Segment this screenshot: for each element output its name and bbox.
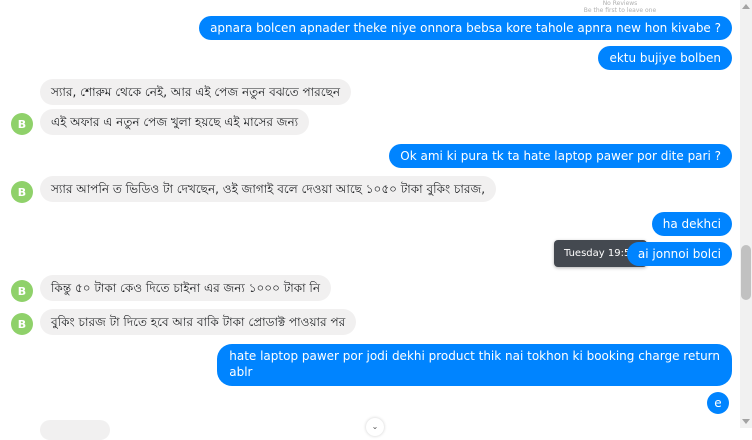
- message-incoming[interactable]: স্যার আপনি ত ভিডিও টা দেখছেন, ওই জাগাই ব…: [40, 176, 497, 202]
- message-text: Ok ami ki pura tk ta hate laptop pawer p…: [400, 149, 721, 163]
- sender-avatar[interactable]: B: [11, 181, 33, 203]
- top-note-line1: No Reviews: [602, 0, 638, 7]
- scrollbar-thumb[interactable]: [741, 245, 751, 300]
- message-outgoing[interactable]: Ok ami ki pura tk ta hate laptop pawer p…: [389, 144, 732, 168]
- sender-avatar[interactable]: B: [11, 280, 33, 302]
- message-outgoing[interactable]: e: [707, 392, 729, 414]
- scrollbar[interactable]: [740, 0, 752, 428]
- scroll-down-arrow-icon[interactable]: [742, 419, 750, 424]
- message-outgoing[interactable]: hate laptop pawer por jodi dekhi product…: [217, 344, 732, 386]
- message-text-line2: ablr: [229, 365, 253, 379]
- message-text: স্যার, শোরুম থেকে নেই, আর এই পেজ নতুন বঝ…: [51, 85, 341, 99]
- message-incoming[interactable]: বুকিং চারজ টা দিতে হবে আর বাকি টাকা প্রো…: [40, 309, 357, 335]
- message-text: apnara bolcen apnader theke niye onnora …: [210, 21, 721, 35]
- message-text: e: [714, 396, 722, 410]
- message-outgoing[interactable]: apnara bolcen apnader theke niye onnora …: [199, 16, 732, 40]
- top-note-line2: Be the first to leave one: [583, 7, 657, 14]
- message-text-line1: hate laptop pawer por jodi dekhi product…: [229, 349, 720, 363]
- sender-avatar[interactable]: B: [11, 313, 33, 335]
- message-text: এই অফার এ নতুন পেজ খুলা হয়ছে এই মাসের জ…: [51, 115, 299, 129]
- message-incoming[interactable]: স্যার, শোরুম থেকে নেই, আর এই পেজ নতুন বঝ…: [40, 79, 352, 105]
- message-incoming[interactable]: এই অফার এ নতুন পেজ খুলা হয়ছে এই মাসের জ…: [40, 109, 310, 135]
- message-text: স্যার আপনি ত ভিডিও টা দেখছেন, ওই জাগাই ব…: [51, 182, 486, 196]
- message-text: ha dekhci: [662, 217, 721, 231]
- tooltip-text: Tuesday 19:56: [564, 248, 637, 259]
- scroll-up-arrow-icon[interactable]: [742, 4, 750, 9]
- message-incoming[interactable]: কিন্তু ৫০ টাকা কেও দিতে চাইনা এর জন্য ১০…: [40, 275, 332, 301]
- scroll-down-icon[interactable]: ⌄: [366, 418, 384, 436]
- message-outgoing[interactable]: ha dekhci: [651, 212, 732, 236]
- message-text: বুকিং চারজ টা দিতে হবে আর বাকি টাকা প্রো…: [51, 315, 346, 329]
- top-note: No Reviews Be the first to leave one: [560, 0, 680, 14]
- sender-avatar[interactable]: B: [11, 113, 33, 135]
- message-incoming-partial[interactable]: [40, 420, 110, 440]
- message-text: ektu bujiye bolben: [609, 51, 721, 65]
- message-outgoing[interactable]: ektu bujiye bolben: [598, 46, 732, 70]
- message-outgoing[interactable]: ai jonnoi bolci: [626, 242, 732, 266]
- message-text: ai jonnoi bolci: [637, 247, 721, 261]
- message-text: কিন্তু ৫০ টাকা কেও দিতে চাইনা এর জন্য ১০…: [51, 281, 321, 295]
